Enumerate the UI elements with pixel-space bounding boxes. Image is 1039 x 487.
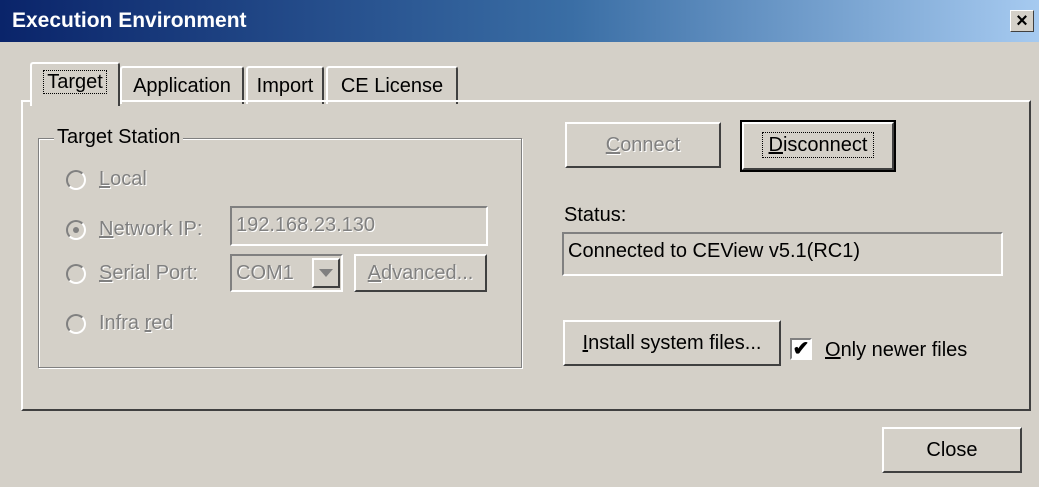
window-title: Execution Environment bbox=[12, 9, 247, 32]
install-system-files-button[interactable]: Install system files... bbox=[563, 320, 781, 366]
disconnect-button[interactable]: Disconnect bbox=[740, 120, 896, 172]
serial-port-label: Serial Port: bbox=[99, 262, 198, 284]
tab-import-label: Import bbox=[256, 75, 314, 97]
tab-application[interactable]: Application bbox=[120, 66, 244, 104]
target-station-label: Target Station bbox=[54, 126, 184, 149]
tab-target-label: Target bbox=[43, 70, 107, 94]
tab-target[interactable]: Target bbox=[30, 62, 120, 106]
advanced-button[interactable]: Advanced... bbox=[354, 254, 487, 292]
status-field: Connected to CEView v5.1(RC1) bbox=[562, 232, 1003, 276]
infrared-label: Infra red bbox=[99, 312, 174, 334]
serial-port-radio[interactable] bbox=[66, 264, 86, 284]
only-newer-files-label: Only newer files bbox=[825, 339, 968, 361]
network-ip-radio[interactable] bbox=[66, 220, 86, 240]
network-ip-label: Network IP: bbox=[99, 218, 203, 240]
tab-application-label: Application bbox=[133, 75, 231, 97]
close-icon[interactable]: × bbox=[1010, 10, 1034, 32]
close-button[interactable]: Close bbox=[882, 427, 1022, 473]
connect-button[interactable]: Connect bbox=[565, 122, 721, 168]
serial-port-dropdown-button[interactable] bbox=[312, 258, 340, 288]
local-radio[interactable] bbox=[66, 170, 86, 190]
serial-port-value: COM1 bbox=[236, 262, 294, 284]
tab-ce-license-label: CE License bbox=[340, 75, 444, 97]
network-ip-field[interactable]: 192.168.23.130 bbox=[230, 206, 488, 246]
infrared-radio[interactable] bbox=[66, 314, 86, 334]
tab-import[interactable]: Import bbox=[246, 66, 324, 104]
tab-ce-license[interactable]: CE License bbox=[326, 66, 458, 104]
only-newer-files-checkbox[interactable]: ✔ bbox=[790, 338, 812, 360]
chevron-down-icon bbox=[319, 269, 333, 277]
status-label: Status: bbox=[564, 204, 627, 226]
local-label: Local bbox=[99, 168, 147, 190]
